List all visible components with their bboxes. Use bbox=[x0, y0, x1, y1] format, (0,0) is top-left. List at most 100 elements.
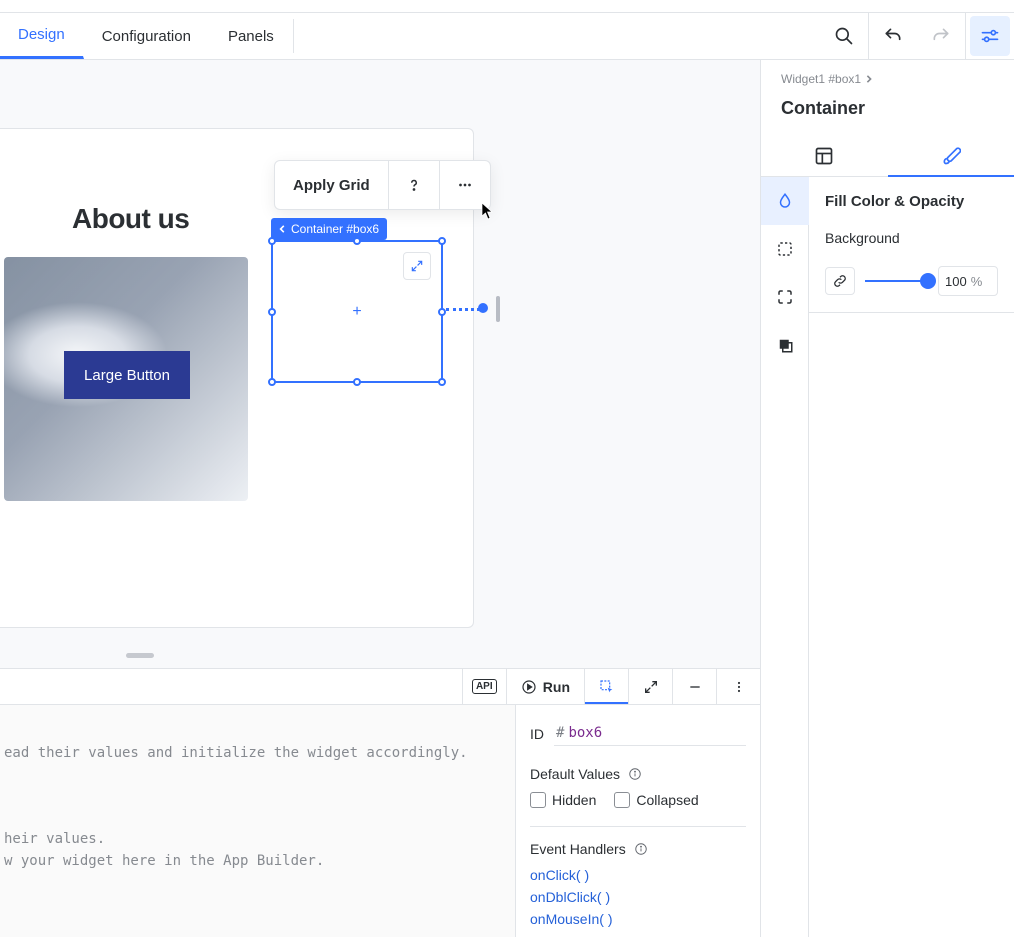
page-image[interactable]: Large Button bbox=[4, 257, 248, 501]
hidden-checkbox[interactable]: Hidden bbox=[530, 792, 596, 808]
chevron-right-icon bbox=[865, 75, 873, 83]
chevron-left-icon bbox=[279, 225, 287, 233]
fill-panel-title: Fill Color & Opacity bbox=[825, 193, 998, 210]
bottom-toolbar: API Run bbox=[0, 669, 760, 705]
redo-icon bbox=[931, 26, 951, 46]
resize-handle[interactable] bbox=[268, 378, 276, 386]
search-button[interactable] bbox=[824, 16, 864, 56]
resize-handle[interactable] bbox=[268, 308, 276, 316]
apply-grid-button[interactable]: Apply Grid bbox=[275, 161, 388, 209]
shadow-icon bbox=[776, 336, 794, 354]
design-canvas[interactable]: About us Large Button Apply Grid Contain… bbox=[0, 60, 760, 668]
minimize-button[interactable] bbox=[672, 669, 716, 704]
inspect-element-button[interactable] bbox=[584, 669, 628, 704]
breadcrumb-label: Widget1 #box1 bbox=[781, 72, 861, 86]
collapsed-label: Collapsed bbox=[636, 792, 698, 808]
spacing-guide-end bbox=[478, 303, 488, 313]
tab-configuration[interactable]: Configuration bbox=[84, 13, 210, 59]
resize-handle[interactable] bbox=[353, 378, 361, 386]
tab-panels[interactable]: Panels bbox=[210, 13, 293, 59]
info-icon bbox=[628, 767, 642, 781]
search-icon bbox=[834, 26, 854, 46]
inspector-tabs bbox=[761, 135, 1014, 177]
opacity-slider[interactable] bbox=[865, 269, 928, 293]
code-editor[interactable]: ead their values and initialize the widg… bbox=[0, 705, 516, 937]
handler-onclick[interactable]: onClick( ) bbox=[530, 867, 746, 883]
collapsed-checkbox[interactable]: Collapsed bbox=[614, 792, 698, 808]
redo-button[interactable] bbox=[921, 16, 961, 56]
api-icon: API bbox=[472, 679, 497, 694]
properties-pane: ID # box6 Default Values Hidden Collapse… bbox=[516, 705, 760, 937]
spacing-guide bbox=[446, 308, 480, 311]
api-button[interactable]: API bbox=[462, 669, 506, 704]
minus-icon bbox=[687, 679, 703, 695]
background-label: Background bbox=[825, 230, 998, 246]
sliders-icon bbox=[980, 26, 1000, 46]
cat-border[interactable] bbox=[761, 225, 809, 273]
handler-ondblclick[interactable]: onDblClick( ) bbox=[530, 889, 746, 905]
large-button[interactable]: Large Button bbox=[64, 351, 190, 399]
style-category-rail bbox=[761, 177, 809, 937]
add-element-icon[interactable]: + bbox=[352, 303, 361, 321]
expand-icon bbox=[410, 259, 424, 273]
resize-handle[interactable] bbox=[353, 237, 361, 245]
layout-icon bbox=[814, 146, 834, 166]
resize-handle[interactable] bbox=[438, 378, 446, 386]
selected-container[interactable]: + bbox=[271, 240, 443, 383]
selection-tag[interactable]: Container #box6 bbox=[271, 218, 387, 240]
code-content: ead their values and initialize the widg… bbox=[4, 721, 511, 873]
opacity-unit: % bbox=[971, 274, 983, 289]
info-icon bbox=[634, 842, 648, 856]
expand-button[interactable] bbox=[403, 252, 431, 280]
cat-fill[interactable] bbox=[761, 177, 809, 225]
main-tabs: Design Configuration Panels bbox=[0, 13, 294, 59]
id-label: ID bbox=[530, 726, 544, 742]
bottom-panel: API Run ead their values and initialize … bbox=[0, 668, 760, 937]
fullscreen-button[interactable] bbox=[628, 669, 672, 704]
help-button[interactable] bbox=[389, 161, 439, 209]
corners-icon bbox=[776, 288, 794, 306]
resize-handle[interactable] bbox=[438, 308, 446, 316]
more-vertical-icon bbox=[731, 679, 747, 695]
cat-corners[interactable] bbox=[761, 273, 809, 321]
event-handlers-header: Event Handlers bbox=[530, 841, 746, 857]
droplet-icon bbox=[776, 192, 794, 210]
link-icon bbox=[832, 273, 848, 289]
selection-toolbar: Apply Grid bbox=[274, 160, 491, 210]
run-button[interactable]: Run bbox=[506, 669, 584, 704]
link-opacity-button[interactable] bbox=[825, 267, 855, 295]
border-dashed-icon bbox=[776, 240, 794, 258]
play-icon bbox=[521, 679, 537, 695]
top-toolbar: Design Configuration Panels bbox=[0, 12, 1014, 60]
undo-button[interactable] bbox=[873, 16, 913, 56]
brush-icon bbox=[941, 146, 961, 166]
inspector-panel: Widget1 #box1 Container Fill Color bbox=[760, 60, 1014, 937]
tab-design[interactable]: Design bbox=[0, 13, 84, 59]
tab-layout[interactable] bbox=[761, 135, 888, 176]
opacity-input[interactable]: 100 % bbox=[938, 266, 998, 296]
toggle-panel-button[interactable] bbox=[970, 16, 1010, 56]
more-button[interactable] bbox=[716, 669, 760, 704]
resize-handle[interactable] bbox=[268, 237, 276, 245]
handler-onmousein[interactable]: onMouseIn( ) bbox=[530, 911, 746, 927]
more-button[interactable] bbox=[440, 161, 490, 209]
inspector-title: Container bbox=[761, 94, 1014, 135]
expand-icon bbox=[643, 679, 659, 695]
toolbar-right bbox=[820, 13, 1014, 59]
more-icon bbox=[456, 176, 474, 194]
selection-tag-label: Container #box6 bbox=[291, 222, 379, 236]
breadcrumb[interactable]: Widget1 #box1 bbox=[761, 60, 1014, 94]
id-input[interactable]: # box6 bbox=[554, 721, 746, 746]
resize-handle[interactable] bbox=[438, 237, 446, 245]
help-icon bbox=[405, 176, 423, 194]
opacity-control: 100 % bbox=[825, 266, 998, 296]
id-hash: # bbox=[556, 725, 564, 741]
tab-design-style[interactable] bbox=[888, 135, 1014, 176]
inspect-icon bbox=[599, 679, 615, 695]
undo-icon bbox=[883, 26, 903, 46]
run-label: Run bbox=[543, 679, 570, 695]
cat-shadow[interactable] bbox=[761, 321, 809, 369]
default-values-header: Default Values bbox=[530, 766, 746, 782]
panel-resize-grip[interactable] bbox=[126, 653, 154, 658]
fill-panel: Fill Color & Opacity Background 100 % bbox=[809, 177, 1014, 313]
